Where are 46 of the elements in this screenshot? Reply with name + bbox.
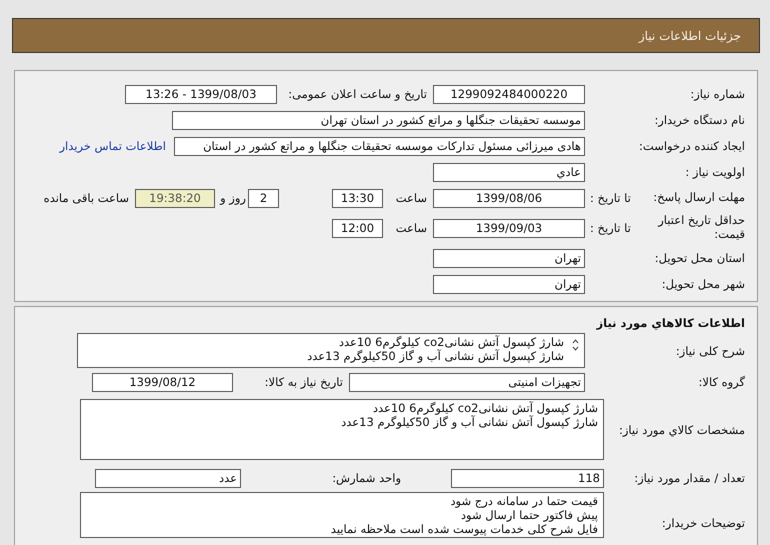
field-label: ایجاد کننده درخواست: xyxy=(638,139,745,153)
text-field[interactable]: تهران xyxy=(433,274,585,294)
text-field[interactable]: 19:38:20 xyxy=(135,188,215,208)
text-field[interactable]: 1399/08/06 xyxy=(433,188,585,208)
field-label: مشخصات کالاي مورد نياز: xyxy=(618,422,745,436)
text-area[interactable]: قیمت حتما در سامانه درج شود پیش فاکتور حتما ارسال شود فایل شرح کلی خدمات پیوست شده است ملاحظه نمایید xyxy=(80,492,604,538)
text-field[interactable]: 1399/09/03 xyxy=(433,218,585,238)
field-label: اولویت نیاز : xyxy=(684,165,745,179)
section-heading: اطلاعات کالاهاي مورد نياز xyxy=(595,316,745,330)
text-field[interactable]: 1299092484000220 xyxy=(433,84,585,104)
text-field[interactable]: 118 xyxy=(451,468,604,488)
field-label: روز و xyxy=(218,191,247,205)
field-label: شهر محل تحویل: xyxy=(660,277,745,291)
field-label: توضیحات خریدار: xyxy=(660,516,745,530)
text-field[interactable]: عادي xyxy=(433,162,585,182)
field-label: ساعت باقی مانده xyxy=(44,191,129,205)
field-label: تا تاریخ : xyxy=(590,191,631,205)
text-field[interactable]: عدد xyxy=(95,468,241,488)
page-title: جزئیات اطلاعات نیاز xyxy=(638,28,741,42)
text-field[interactable]: 12:00 xyxy=(332,218,383,238)
field-label: شماره نیاز: xyxy=(689,87,745,101)
text-field[interactable]: هادی میرزائی مسئول تدارکات موسسه تحقیقات جنگلها و مراتع کشور در استان xyxy=(174,136,585,156)
text-field[interactable]: 1399/08/12 xyxy=(92,372,233,392)
field-label: تاریخ و ساعت اعلان عمومی: xyxy=(287,87,427,101)
text-field[interactable]: تجهیزات امنیتی xyxy=(349,372,585,392)
field-label: گروه کالا: xyxy=(698,375,745,389)
text-area[interactable]: شارژ کپسول آتش نشانیco2 کیلوگرم6 10عدد شارژ کپسول آتش نشانی آب و گاز 50کیلوگرم 13عدد xyxy=(80,399,604,460)
field-label: ساعت xyxy=(394,221,427,235)
field-label: استان محل تحویل: xyxy=(654,251,745,265)
field-label: حداقل تاریخ اعتبار قیمت: xyxy=(656,214,745,242)
field-label: تعداد / مقدار مورد نیاز: xyxy=(633,471,745,485)
field-label: تاریخ نیاز به کالا: xyxy=(264,375,343,389)
text-area[interactable]: شارژ کپسول آتش نشانیco2 کیلوگرم6 10عدد شارژ کپسول آتش نشانی آب و گاز 50کیلوگرم 13عدد xyxy=(77,333,585,368)
field-label: تا تاریخ : xyxy=(590,221,631,235)
text-field[interactable]: موسسه تحقیقات جنگلها و مراتع کشور در استان تهران xyxy=(172,110,585,130)
field-label: نام دستگاه خریدار: xyxy=(653,113,745,127)
text-field[interactable]: تهران xyxy=(433,248,585,268)
scroll-arrows-icon[interactable] xyxy=(572,339,579,351)
field-label: ساعت xyxy=(394,191,427,205)
text-field[interactable]: 2 xyxy=(248,188,279,208)
contact-link[interactable]: اطلاعات تماس خریدار xyxy=(59,139,166,153)
text-field[interactable]: 1399/08/03 - 13:26 xyxy=(125,84,277,104)
field-label: واحد شمارش: xyxy=(331,471,402,485)
field-label: مهلت ارسال پاسخ: xyxy=(652,191,745,205)
field-label: شرح کلی نیاز: xyxy=(674,344,745,358)
text-field[interactable]: 13:30 xyxy=(332,188,383,208)
